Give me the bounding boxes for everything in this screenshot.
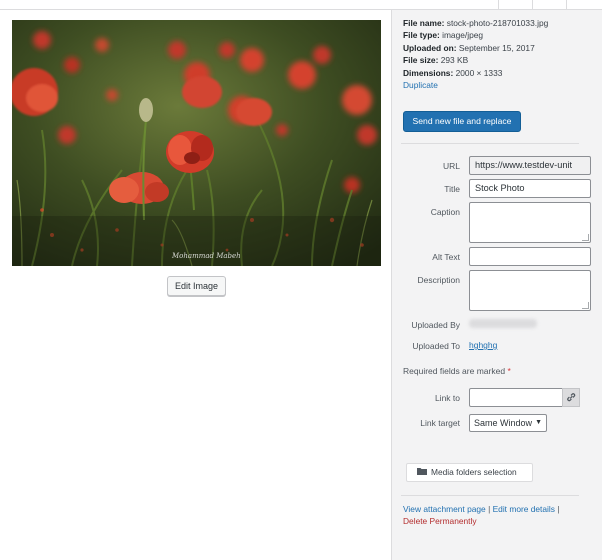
alt-text-field[interactable]	[469, 247, 591, 266]
caption-label: Caption	[430, 207, 460, 217]
folder-icon	[417, 464, 427, 481]
required-star: *	[507, 366, 511, 376]
file-name-row: File name: stock-photo-218701033.jpg	[403, 17, 548, 29]
uploaded-on-row: Uploaded on: September 15, 2017	[403, 42, 548, 54]
file-size-label: File size:	[403, 55, 439, 66]
dimensions-row: Dimensions: 2000 × 1333	[403, 67, 548, 79]
url-field[interactable]: https://www.testdev-unit	[469, 156, 591, 175]
link-button[interactable]	[562, 388, 580, 407]
resize-handle[interactable]	[582, 234, 589, 241]
description-textarea[interactable]	[469, 270, 591, 311]
file-details: File name: stock-photo-218701033.jpg Fil…	[403, 17, 548, 91]
separator: |	[557, 504, 560, 514]
resize-handle[interactable]	[582, 302, 589, 309]
edit-image-button[interactable]: Edit Image	[167, 276, 226, 296]
link-to-label: Link to	[434, 393, 460, 403]
file-type-value: image/jpeg	[442, 30, 484, 41]
view-attachment-link[interactable]: View attachment page	[403, 504, 486, 514]
media-folders-label: Media folders selection	[431, 467, 517, 477]
dimensions-label: Dimensions:	[403, 67, 454, 78]
uploaded-by-label: Uploaded By	[411, 320, 460, 330]
required-fields-note: Required fields are marked *	[403, 366, 511, 376]
previous-attachment-button[interactable]	[498, 0, 533, 9]
attachment-details-sidebar: File name: stock-photo-218701033.jpg Fil…	[391, 10, 602, 560]
alt-text-label: Alt Text	[432, 252, 460, 262]
description-label: Description	[417, 275, 460, 285]
divider	[401, 495, 579, 496]
link-target-select[interactable]: Same Window ▼	[469, 414, 547, 432]
separator: |	[488, 504, 491, 514]
chevron-down-icon: ▼	[535, 419, 542, 426]
file-name-label: File name:	[403, 18, 445, 28]
caption-textarea[interactable]	[469, 202, 591, 243]
file-size-value: 293 KB	[440, 55, 469, 66]
close-modal-button[interactable]	[566, 0, 601, 9]
uploaded-on-label: Uploaded on:	[403, 42, 457, 53]
edit-more-details-link[interactable]: Edit more details	[493, 504, 555, 514]
attachment-actions: View attachment page | Edit more details…	[403, 503, 559, 527]
svg-text:Mohammad Mabeh: Mohammad Mabeh	[171, 252, 241, 260]
uploaded-to-link[interactable]: hghghg	[469, 340, 497, 350]
title-field[interactable]: Stock Photo	[469, 179, 591, 198]
link-target-value: Same Window	[474, 418, 533, 428]
send-new-file-replace-button[interactable]: Send new file and replace	[403, 111, 521, 132]
link-target-label: Link target	[420, 418, 460, 428]
file-type-row: File type: image/jpeg	[403, 29, 548, 41]
dimensions-value: 2000 × 1333	[455, 67, 503, 78]
file-name-value: stock-photo-218701033.jpg	[446, 18, 549, 28]
link-to-field[interactable]	[469, 388, 565, 407]
required-note-text: Required fields are marked	[403, 366, 506, 376]
modal-header	[0, 0, 602, 10]
duplicate-link[interactable]: Duplicate	[403, 80, 438, 90]
link-icon	[566, 389, 576, 407]
file-type-label: File type:	[403, 30, 440, 41]
title-label: Title	[444, 184, 460, 194]
delete-permanently-link[interactable]: Delete Permanently	[403, 516, 477, 526]
media-folders-button[interactable]: Media folders selection	[406, 463, 533, 482]
divider	[401, 143, 579, 144]
url-label: URL	[442, 161, 460, 171]
uploaded-by-value	[469, 319, 537, 328]
attachment-image: Mohammad Mabeh	[12, 20, 381, 266]
attachment-media-view: Mohammad Mabeh Edit Image	[0, 10, 391, 560]
poppy-photo: Mohammad Mabeh	[12, 20, 381, 266]
uploaded-to-label: Uploaded To	[412, 341, 460, 351]
next-attachment-button[interactable]	[532, 0, 567, 9]
file-size-row: File size: 293 KB	[403, 54, 548, 66]
uploaded-on-value: September 15, 2017	[458, 42, 535, 53]
